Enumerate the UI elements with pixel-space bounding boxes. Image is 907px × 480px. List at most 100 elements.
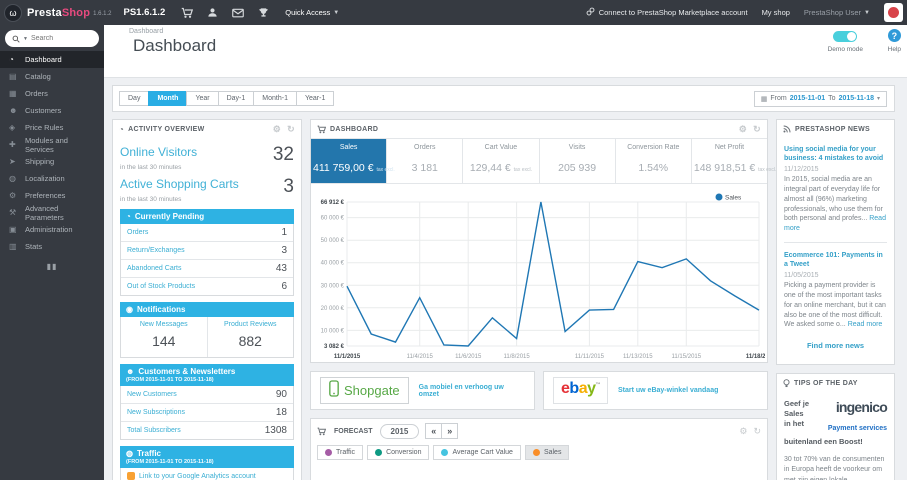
news-article-title[interactable]: Using social media for your business: 4 … [784, 145, 887, 163]
kpi-tab-conversion-rate[interactable]: Conversion Rate 1.54% [616, 139, 692, 183]
trophy-icon[interactable] [258, 7, 269, 18]
user-menu[interactable]: PrestaShop User ▼ [804, 8, 870, 17]
pending-row-out-of-stock[interactable]: Out of Stock Products 6 [121, 278, 293, 295]
legend-toggle-conversion[interactable]: Conversion [367, 445, 430, 460]
range-button-year-1[interactable]: Year-1 [295, 91, 335, 106]
range-button-day-1[interactable]: Day-1 [217, 91, 255, 106]
forecast-panel-title: FORECAST [334, 427, 373, 435]
product-reviews-cell[interactable]: Product Reviews 882 [206, 317, 294, 357]
search-scope-caret-icon[interactable]: ▼ [23, 36, 28, 42]
customers-newsletters-section: ☻ Customers & Newsletters (FROM 2015-11-0… [120, 364, 294, 440]
marketplace-link[interactable]: Connect to PrestaShop Marketplace accoun… [586, 7, 748, 18]
mail-icon[interactable] [232, 8, 245, 18]
globe-icon: ◍ [126, 449, 133, 458]
kpi-tab-sales[interactable]: Sales 411 759,00 € tax excl. [311, 139, 395, 183]
chevron-down-icon: ▾ [876, 96, 880, 102]
customers-row-total-subscribers[interactable]: Total Subscribers 1308 [121, 422, 293, 439]
range-button-month[interactable]: Month [148, 91, 188, 106]
customers-row-new-customers[interactable]: New Customers 90 [121, 386, 293, 404]
cart-icon[interactable] [181, 7, 194, 19]
sidebar-item-preferences[interactable]: ⚙ Preferences [0, 187, 104, 204]
topbar: ω PrestaShop 1.6.1.2 PS1.6.1.2 Quick Acc… [0, 0, 907, 25]
search-input[interactable] [30, 35, 83, 42]
sidebar-item-label: Stats [25, 242, 43, 251]
stats-icon: ▥ [9, 242, 17, 251]
forecast-year-selector[interactable]: 2015 [379, 423, 420, 439]
sidebar-item-label: Customers [25, 106, 62, 115]
kpi-tab-net-profit[interactable]: Net Profit 148 918,51 € tax excl. [692, 139, 777, 183]
range-button-month-1[interactable]: Month-1 [253, 91, 297, 106]
preferences-icon: ⚙ [9, 191, 17, 200]
panel-settings-gear-icon[interactable]: ⚙ [739, 124, 747, 135]
range-button-year[interactable]: Year [186, 91, 219, 106]
sidebar-item-catalog[interactable]: ▤ Catalog [0, 68, 104, 85]
kpi-label: Sales [339, 144, 358, 151]
row-label: Return/Exchanges [127, 247, 185, 254]
svg-text:10 000 €: 10 000 € [321, 328, 345, 334]
sidebar-item-administration[interactable]: ▣ Administration [0, 221, 104, 238]
sidebar-item-customers[interactable]: ☻ Customers [0, 102, 104, 119]
panel-refresh-icon[interactable]: ↻ [753, 124, 761, 135]
traffic-section: ◍ Traffic (FROM 2015-11-01 TO 2015-11-18)… [120, 446, 294, 480]
pending-row-abandoned-carts[interactable]: Abandoned Carts 43 [121, 260, 293, 278]
news-article-title[interactable]: Ecommerce 101: Payments in a Tweet [784, 251, 887, 269]
read-more-link[interactable]: Read more [848, 321, 883, 328]
legend-toggle-sales[interactable]: Sales [524, 445, 570, 460]
panel-refresh-icon[interactable]: ↻ [753, 426, 761, 437]
sidebar-item-modules-and-services[interactable]: ✚ Modules and Services [0, 136, 104, 154]
my-shop-link[interactable]: My shop [762, 8, 790, 17]
row-label: Out of Stock Products [127, 283, 196, 290]
shopgate-link[interactable]: Ga mobiel en verhoog uw omzet [419, 384, 525, 398]
panel-settings-gear-icon[interactable]: ⚙ [739, 426, 747, 437]
help-icon[interactable]: ? [887, 29, 901, 42]
kpi-tab-cart-value[interactable]: Cart Value 129,44 € tax excl. [463, 139, 540, 183]
clock-icon: ◔ [126, 212, 131, 221]
sidebar-collapse-button[interactable]: ▮▮ [0, 262, 104, 271]
sidebar-item-shipping[interactable]: ➤ Shipping [0, 153, 104, 170]
kpi-tab-orders[interactable]: Orders 3 181 [387, 139, 464, 183]
kpi-tab-visits[interactable]: Visits 205 939 [540, 139, 616, 183]
pending-row-orders[interactable]: Orders 1 [121, 224, 293, 242]
google-analytics-row[interactable]: Link to your Google Analytics account [120, 468, 294, 480]
ebay-logo: e b a y ™ [553, 377, 608, 404]
sidebar-item-advanced-parameters[interactable]: ⚒ Advanced Parameters [0, 204, 104, 222]
ebay-module-card[interactable]: e b a y ™ Start uw eBay-winkel vandaag [543, 371, 768, 410]
orders-icon: ▦ [9, 89, 17, 98]
ebay-link[interactable]: Start uw eBay-winkel vandaag [618, 387, 718, 394]
customers-row-new-subscriptions[interactable]: New Subscriptions 18 [121, 404, 293, 422]
range-button-day[interactable]: Day [119, 91, 150, 106]
shopgate-module-card[interactable]: Shopgate Ga mobiel en verhoog uw omzet [310, 371, 535, 410]
sidebar-item-price-rules[interactable]: ◈ Price Rules [0, 119, 104, 136]
ingenico-logo: ingenico Payment services [813, 399, 888, 435]
sidebar-item-stats[interactable]: ▥ Stats [0, 238, 104, 255]
svg-text:40 000 €: 40 000 € [321, 261, 345, 267]
quick-access-menu[interactable]: Quick Access ▼ [285, 8, 339, 17]
demo-mode-toggle[interactable] [833, 31, 858, 42]
legend-toggle-traffic[interactable]: Traffic [317, 445, 364, 460]
employee-icon[interactable] [207, 7, 218, 18]
notifications-section: ◉ Notifications New Messages 144 Product R… [120, 302, 294, 358]
sidebar-item-localization[interactable]: ◍ Localization [0, 170, 104, 187]
to-label: To [828, 95, 836, 102]
price-rules-icon: ◈ [9, 123, 16, 132]
sidebar-item-dashboard[interactable]: ◔ Dashboard [0, 51, 104, 68]
legend-toggle-average-cart-value[interactable]: Average Cart Value [433, 445, 521, 460]
online-visitors-link[interactable]: Online Visitors [120, 145, 197, 159]
panel-settings-gear-icon[interactable]: ⚙ [273, 124, 281, 135]
find-more-news-link[interactable]: Find more news [784, 341, 887, 350]
pending-row-returns[interactable]: Return/Exchanges 3 [121, 242, 293, 260]
sidebar-item-orders[interactable]: ▦ Orders [0, 85, 104, 102]
active-carts-link[interactable]: Active Shopping Carts [120, 177, 239, 191]
forecast-next-button[interactable]: » [441, 423, 459, 439]
shop-name-link[interactable]: PS1.6.1.2 [124, 7, 166, 18]
sidebar-search[interactable]: ▼ [5, 30, 99, 47]
new-messages-cell[interactable]: New Messages 144 [121, 317, 207, 357]
sidebar-item-label: Shipping [25, 157, 55, 166]
forecast-prev-button[interactable]: « [425, 423, 443, 439]
google-analytics-link[interactable]: Link to your Google Analytics account [139, 473, 256, 480]
date-range-picker[interactable]: ▦ From 2015-11-01 To 2015-11-18 ▾ [753, 90, 887, 107]
panel-refresh-icon[interactable]: ↻ [287, 124, 295, 135]
sales-line-chart: 10 000 € 20 000 € 30 000 € 40 000 € 50 000 €… [321, 193, 765, 360]
date-to-value: 2015-11-18 [838, 95, 874, 102]
user-avatar[interactable] [884, 3, 903, 22]
